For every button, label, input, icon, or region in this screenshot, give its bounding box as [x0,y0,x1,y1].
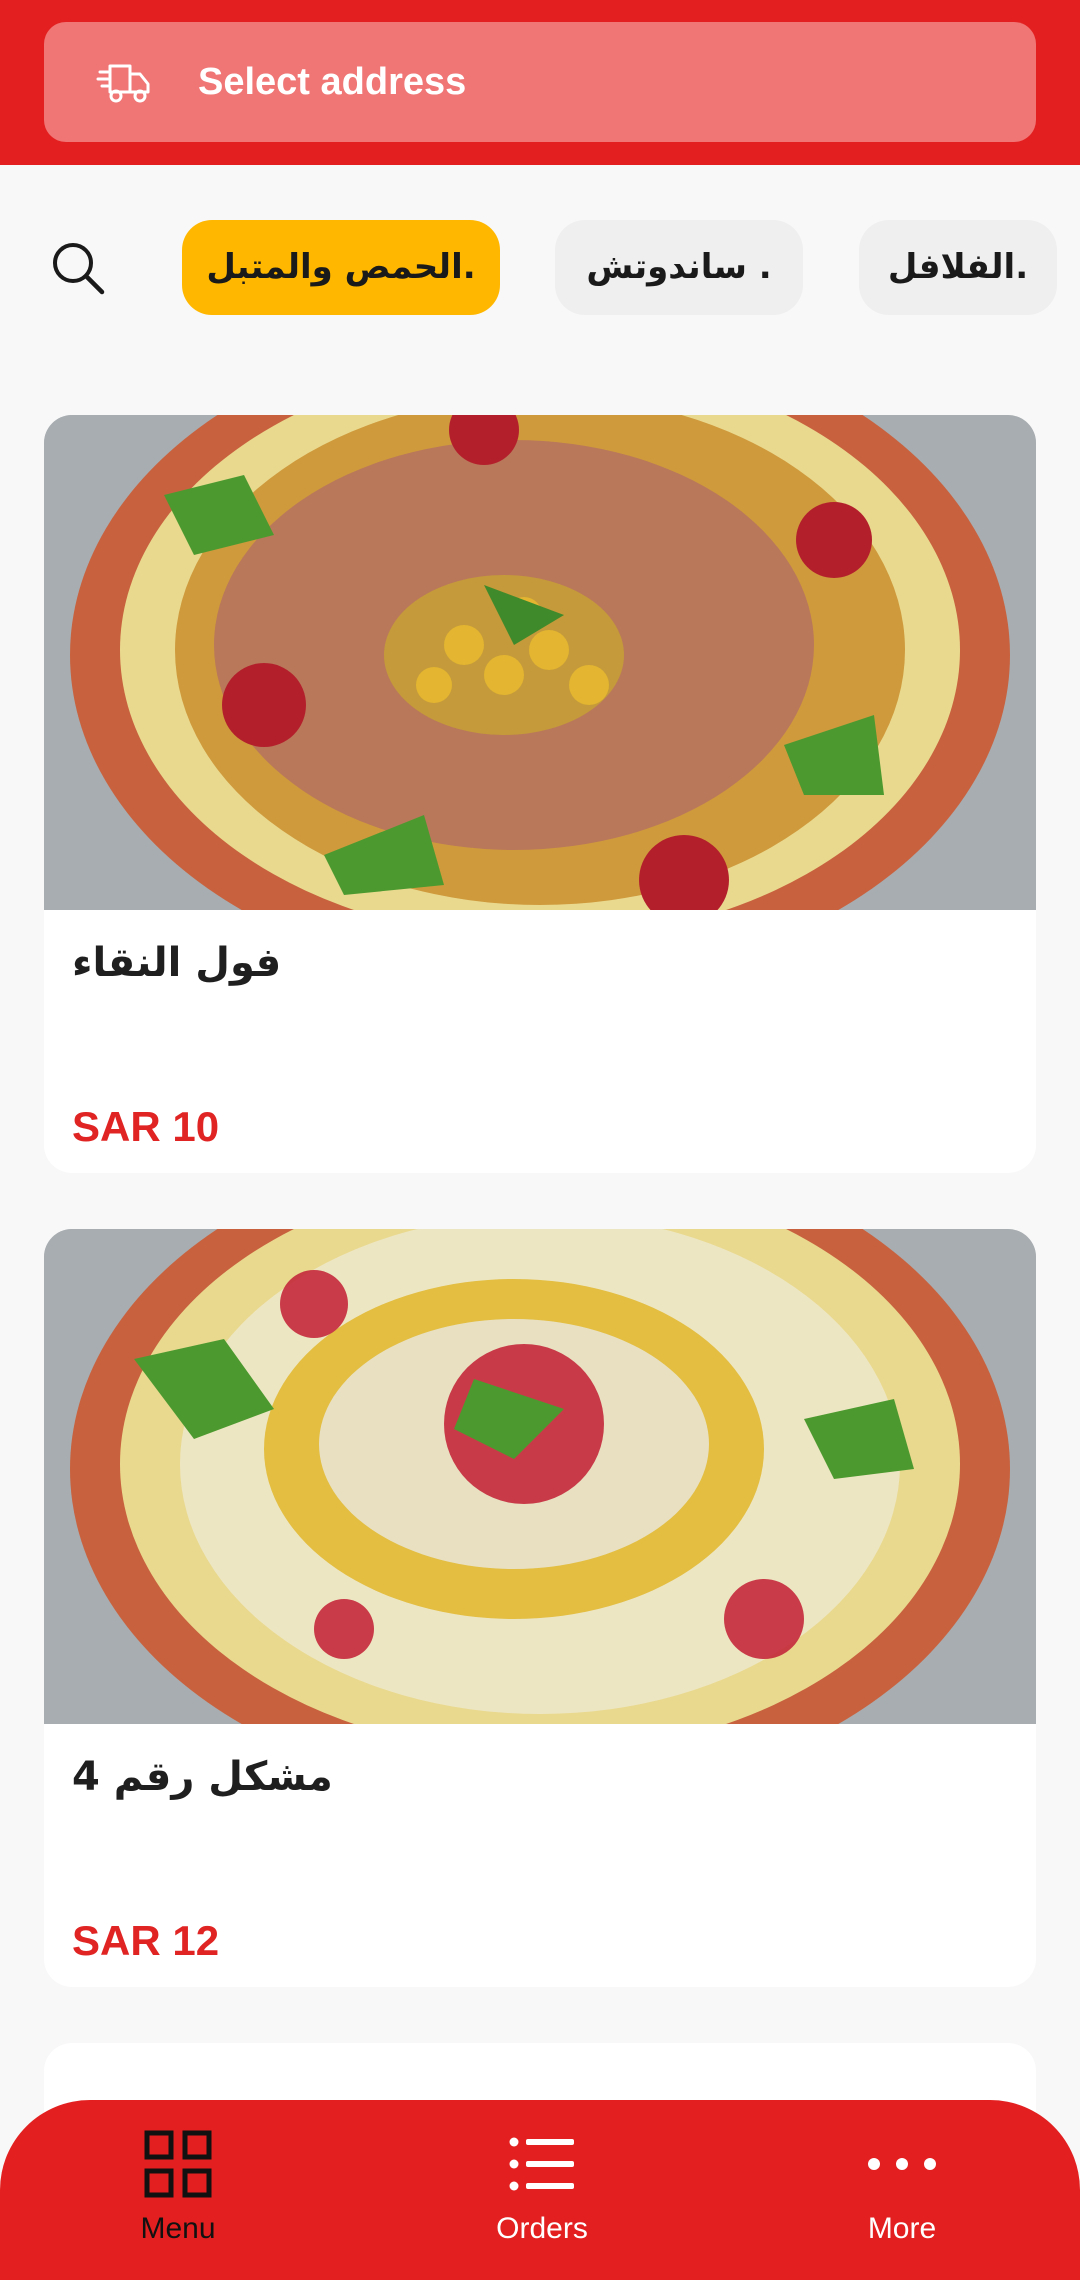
select-address-button[interactable]: Select address [44,22,1036,142]
bottom-navigation: Menu Orders More [0,2100,1080,2280]
category-chip-sandwich[interactable]: ساندوتش . [555,220,803,315]
app-header: Select address [0,0,1080,165]
product-price: SAR 12 [72,1917,220,1964]
product-card[interactable]: مشكل رقم 4 SAR 12 [44,1229,1036,1987]
product-name: مشكل رقم 4 [72,1754,333,1800]
nav-item-label: Menu [140,2212,216,2245]
list-icon [509,2137,574,2191]
nav-item-menu[interactable]: Menu [78,2100,278,2280]
product-price: SAR 10 [72,1103,220,1150]
delivery-truck-icon [96,64,150,103]
product-card[interactable]: فول النقاء SAR 10 [44,415,1036,1173]
grid-icon [144,2130,212,2198]
category-chip-label: الفلافل. [887,247,1029,287]
product-photo-foul [44,415,1036,910]
nav-item-more[interactable]: More [802,2100,1002,2280]
category-chip-label: الحمص والمتبل. [206,247,476,287]
category-chip-falafel[interactable]: الفلافل. [859,220,1057,315]
product-photo-hummus [44,1229,1036,1724]
category-chip-label: ساندوتش . [586,247,772,287]
nav-item-orders[interactable]: Orders [442,2100,642,2280]
nav-item-label: More [867,2212,937,2245]
search-icon[interactable] [48,238,108,298]
nav-item-label: Orders [496,2212,588,2245]
product-name: فول النقاء [72,940,282,986]
select-address-label: Select address [198,61,467,103]
category-chip-hummus[interactable]: الحمص والمتبل. [182,220,500,315]
more-dots-icon [868,2158,936,2170]
